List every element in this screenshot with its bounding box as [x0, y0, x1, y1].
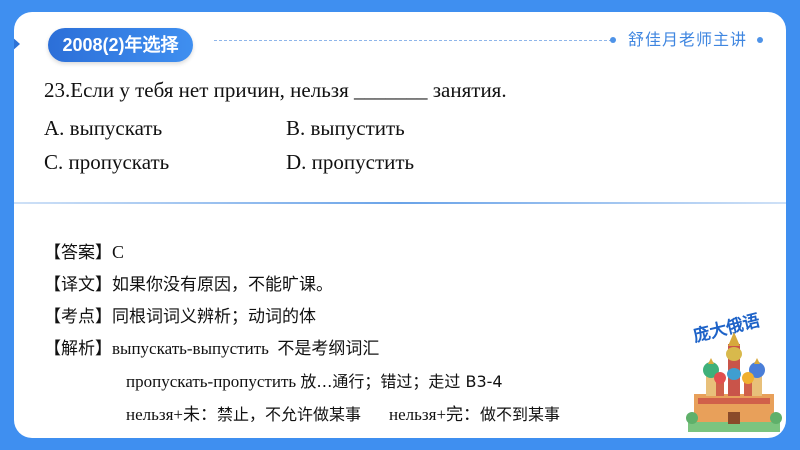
dot-icon: [610, 37, 616, 43]
header-tab-group: 2008(2)年选择: [14, 22, 220, 66]
explain-line-3-b: 禁止，不允许做某事: [217, 405, 362, 424]
dot-icon: [757, 37, 763, 43]
question-stem: 23.Если у тебя нет причин, нельзя ______…: [44, 78, 507, 102]
answer-label: 【答案】: [44, 243, 112, 263]
explain-line-3-a: нельзя+未：: [126, 405, 218, 424]
explain-row: 【解析】выпускать-выпустить 不是考纲词汇: [44, 334, 379, 359]
translation-value: 如果你没有原因，不能旷课。: [112, 275, 333, 295]
kremlin-cathedral-icon: [686, 332, 782, 432]
option-a: A. выпускать: [44, 116, 163, 140]
section-divider: [14, 202, 786, 204]
explain-line-2-ru: пропускать-пропустить: [126, 372, 301, 391]
translation-row: 【译文】如果你没有原因，不能旷课。: [44, 270, 333, 295]
point-label: 【考点】: [44, 307, 112, 327]
play-arrow-icon: [14, 26, 20, 62]
header-divider: [214, 40, 612, 41]
point-value: 同根词词义辨析；动词的体: [112, 307, 316, 327]
explain-label: 【解析】: [44, 339, 112, 359]
translation-label: 【译文】: [44, 275, 112, 295]
point-row: 【考点】同根词词义辨析；动词的体: [44, 302, 316, 327]
explain-line-3-d: 做不到某事: [480, 405, 561, 424]
explain-line-2-cn: 放…通行；错过；走过 B3-4: [300, 372, 503, 391]
explain-line-2: пропускать-пропустить 放…通行；错过；走过 B3-4: [126, 368, 503, 392]
teacher-label: 舒佳月老师主讲: [628, 30, 748, 49]
explain-line-3: нельзя+未：禁止，不允许做某事 нельзя+完：做不到某事: [126, 400, 560, 425]
answer-value: C: [112, 242, 125, 262]
option-d: D. пропустить: [286, 150, 415, 174]
option-c: C. пропускать: [44, 150, 170, 174]
answer-row: 【答案】C: [44, 238, 124, 263]
option-b: B. выпустить: [286, 116, 405, 140]
explain-line-1: выпускать-выпустить 不是考纲词汇: [112, 339, 380, 358]
explain-line-3-c: нельзя+完：: [389, 405, 481, 424]
header-tab: 2008(2)年选择: [48, 28, 193, 62]
slide-card: 2008(2)年选择 舒佳月老师主讲 23.Если у тебя нет пр…: [14, 12, 786, 438]
